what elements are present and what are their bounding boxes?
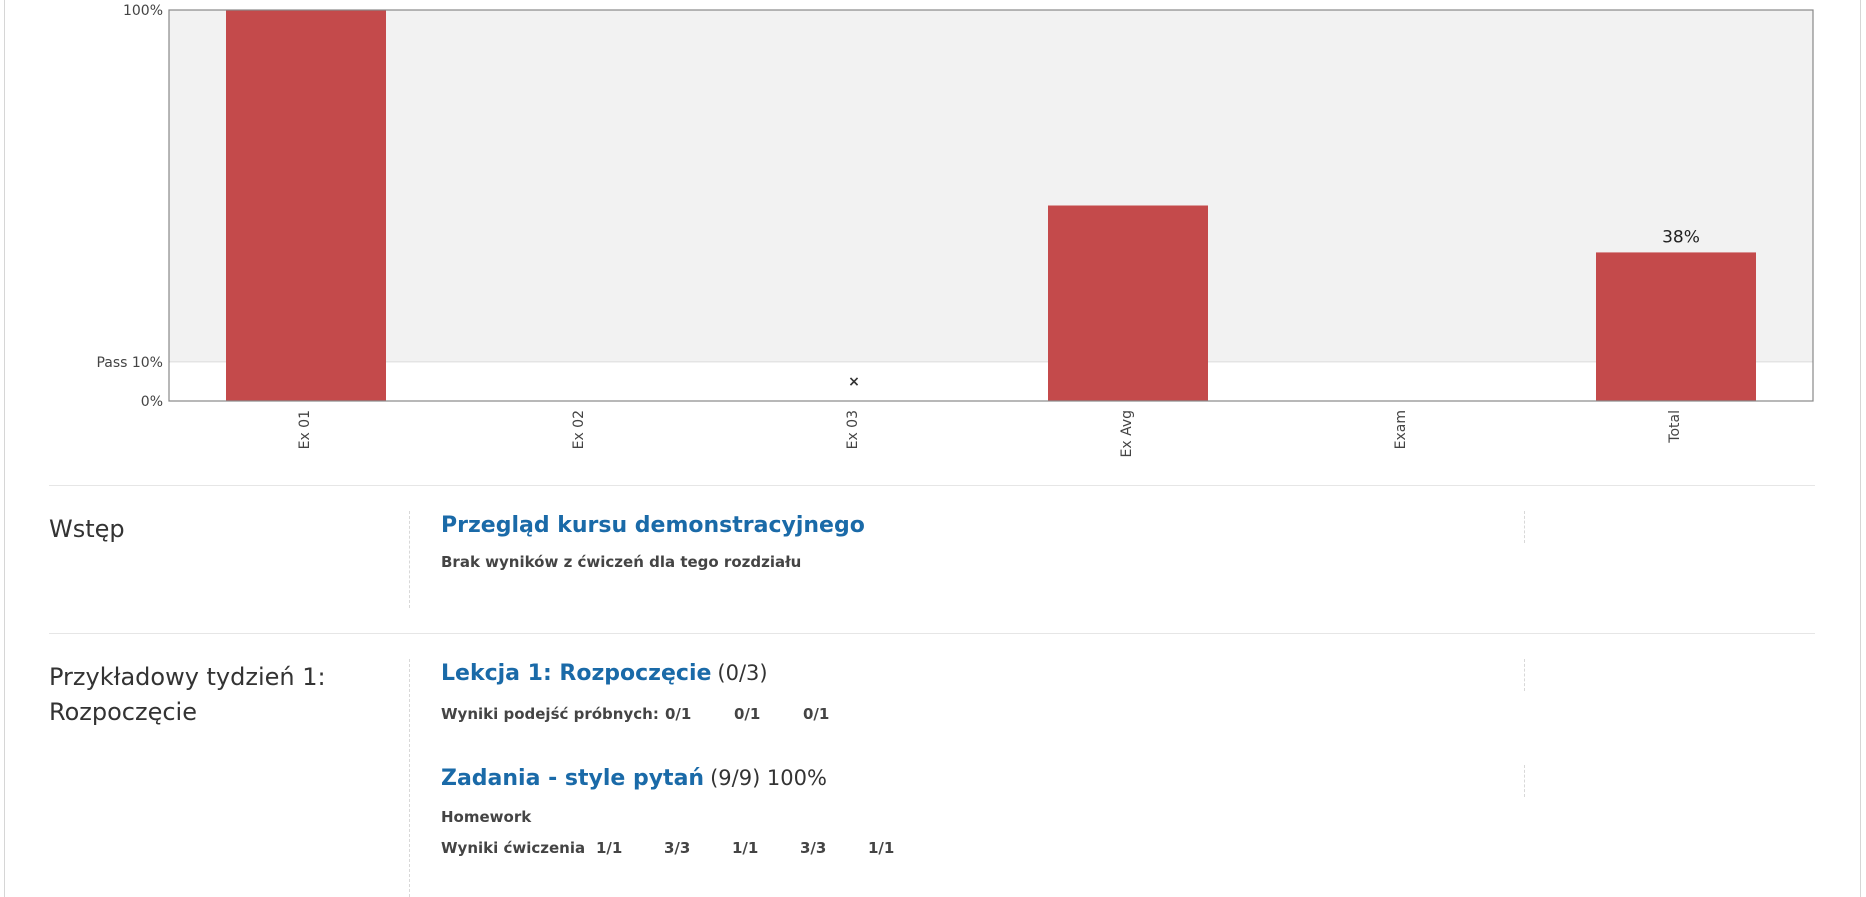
- x-tick-label: Exam: [1393, 410, 1409, 449]
- unit-score: (9/9) 100%: [710, 766, 827, 790]
- chart-bar: [226, 10, 386, 401]
- section-divider: [49, 485, 1815, 486]
- unit-score: (0/3): [717, 661, 768, 685]
- unit-link-lesson-1[interactable]: Lekcja 1: Rozpoczęcie: [441, 661, 711, 686]
- exercise-scores: Wyniki ćwiczenia 1/1 3/3 1/1 3/3 1/1: [441, 839, 894, 857]
- missing-marker: ×: [848, 374, 860, 390]
- column-separator: [1524, 511, 1525, 543]
- y-tick-label: 100%: [123, 3, 163, 19]
- unit-heading: Zadania - style pytań (9/9) 100%: [441, 766, 827, 791]
- score-item: 1/1: [732, 839, 759, 857]
- score-item: 1/1: [596, 839, 623, 857]
- scores-label: Wyniki ćwiczenia: [441, 839, 586, 857]
- unit-note: Brak wyników z ćwiczeń dla tego rozdział…: [441, 553, 802, 571]
- chart-bar: [1048, 205, 1208, 401]
- column-separator: [1524, 659, 1525, 691]
- x-tick-label: Ex Avg: [1119, 410, 1135, 458]
- x-tick-label: Total: [1667, 410, 1683, 444]
- score-item: 0/1: [803, 705, 830, 723]
- x-tick-label: Ex 02: [571, 410, 587, 449]
- unit-link-homework[interactable]: Zadania - style pytań: [441, 766, 704, 791]
- score-item: 3/3: [664, 839, 691, 857]
- x-tick-label: Ex 01: [297, 410, 313, 449]
- practice-scores: Wyniki podejść próbnych: 0/1 0/1 0/1: [441, 705, 829, 723]
- chart-bar: [1596, 252, 1756, 401]
- score-item: 1/1: [868, 839, 895, 857]
- section-title: Przykładowy tydzień 1: Rozpoczęcie: [49, 663, 326, 726]
- y-tick-label: Pass 10%: [96, 355, 163, 371]
- unit-heading: Przegląd kursu demonstracyjnego: [441, 513, 865, 538]
- column-separator: [409, 511, 410, 608]
- data-label: 38%: [1662, 227, 1700, 247]
- plot-area: [169, 10, 1813, 401]
- x-tick-label: Ex 03: [845, 410, 861, 449]
- score-item: 0/1: [734, 705, 761, 723]
- unit-heading: Lekcja 1: Rozpoczęcie (0/3): [441, 661, 768, 686]
- below-pass-area: [169, 361, 1813, 401]
- column-separator: [409, 659, 410, 897]
- progress-chart: Ex 01 Ex 02 × Ex 03 Ex Avg Exam 38% Total 100% Pa…: [96, 3, 1814, 458]
- score-item: 0/1: [665, 705, 692, 723]
- score-item: 3/3: [800, 839, 827, 857]
- column-separator: [1524, 765, 1525, 797]
- unit-link-course-overview[interactable]: Przegląd kursu demonstracyjnego: [441, 513, 865, 538]
- scores-label: Wyniki podejść próbnych:: [441, 705, 659, 723]
- unit-note: Homework: [441, 808, 532, 826]
- y-tick-label: 0%: [141, 394, 163, 410]
- section-title: Wstęp: [49, 515, 125, 543]
- section-divider: [49, 633, 1815, 634]
